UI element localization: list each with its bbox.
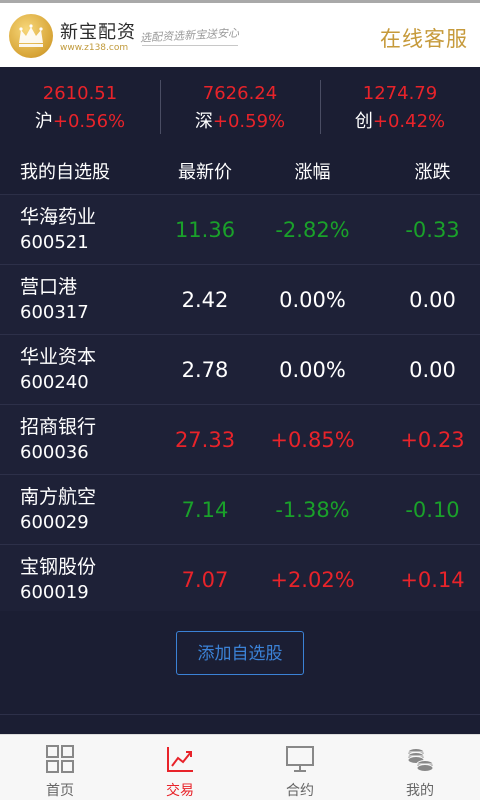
stock-name: 招商银行 (20, 415, 97, 438)
index-change: +0.59% (212, 111, 286, 132)
nav-label: 合约 (286, 783, 314, 799)
stock-name: 宝钢股份 (20, 555, 97, 578)
stock-cell: 招商银行 600036 (0, 414, 170, 466)
table-row[interactable]: 南方航空 600029 7.14 -1.38% -0.10 (0, 475, 480, 545)
nav-contract[interactable]: 合约 (240, 735, 360, 800)
nav-label: 我的 (406, 783, 434, 799)
table-row[interactable]: 招商银行 600036 27.33 +0.85% +0.23 (0, 405, 480, 475)
stock-name: 华海药业 (20, 205, 97, 228)
add-area: 添加自选股 (0, 611, 480, 734)
stock-change: -0.33 (405, 217, 460, 242)
index-change: +0.42% (372, 111, 446, 132)
stock-price: 2.78 (181, 357, 229, 382)
stock-percent: +0.85% (270, 427, 355, 452)
stock-cell: 营口港 600317 (0, 274, 170, 326)
app-header: 新宝配资 www.z138.com 选配资选新宝送安心 在线客服 (0, 0, 480, 67)
brand-slogan: 选配资选新宝送安心 (139, 26, 240, 45)
index-value: 1274.79 (362, 83, 438, 104)
table-row[interactable]: 华业资本 600240 2.78 0.00% 0.00 (0, 335, 480, 405)
index-shenzhen[interactable]: 7626.24 深+0.59% (160, 67, 320, 147)
stock-change: +0.23 (400, 427, 465, 452)
stock-name: 华业资本 (20, 345, 97, 368)
table-row[interactable]: 华海药业 600521 11.36 -2.82% -0.33 (0, 195, 480, 265)
stock-price: 7.07 (181, 567, 229, 592)
brand-url: www.z138.com (60, 43, 129, 53)
stock-change: +0.14 (400, 567, 465, 592)
header-name: 我的自选股 (20, 161, 110, 183)
stock-percent: +2.02% (270, 567, 355, 592)
header-price: 最新价 (178, 161, 232, 183)
stock-price: 2.42 (181, 287, 229, 312)
stock-cell: 华业资本 600240 (0, 344, 170, 396)
coins-icon (405, 744, 435, 778)
stock-name: 营口港 (20, 275, 78, 298)
watchlist-table: 我的自选股 最新价 涨幅 涨跌 华海药业 600521 11.36 -2.82%… (0, 147, 480, 615)
stock-code: 600521 (20, 231, 89, 253)
stock-change: 0.00 (409, 357, 456, 382)
brand-name: 新宝配资 (60, 22, 136, 43)
index-value: 7626.24 (202, 83, 278, 104)
stock-change: 0.00 (409, 287, 456, 312)
slogan-underline (142, 45, 238, 46)
stock-code: 600019 (20, 581, 89, 603)
nav-label: 首页 (46, 783, 74, 799)
table-row[interactable]: 宝钢股份 600019 7.07 +2.02% +0.14 (0, 545, 480, 615)
online-service-link[interactable]: 在线客服 (380, 23, 468, 53)
stock-percent: 0.00% (279, 287, 346, 312)
stock-cell: 华海药业 600521 (0, 204, 170, 256)
stock-cell: 南方航空 600029 (0, 484, 170, 536)
index-chinext[interactable]: 1274.79 创+0.42% (320, 67, 480, 147)
crown-logo-icon (9, 14, 53, 58)
index-value: 2610.51 (42, 83, 118, 104)
nav-mine[interactable]: 我的 (360, 735, 480, 800)
stock-cell: 宝钢股份 600019 (0, 554, 170, 606)
add-watchlist-button[interactable]: 添加自选股 (176, 631, 304, 675)
index-name: 创 (354, 111, 373, 132)
stock-percent: -1.38% (275, 497, 350, 522)
table-header: 我的自选股 最新价 涨幅 涨跌 (0, 147, 480, 195)
header-percent: 涨幅 (294, 161, 331, 183)
monitor-icon (285, 744, 315, 778)
stock-percent: 0.00% (279, 357, 346, 382)
stock-code: 600240 (20, 371, 89, 393)
nav-label: 交易 (166, 783, 194, 799)
market-index-bar: 2610.51 沪+0.56% 7626.24 深+0.59% 1274.79 … (0, 67, 480, 147)
nav-trade[interactable]: 交易 (120, 735, 240, 800)
stock-code: 600029 (20, 511, 89, 533)
trend-chart-icon (165, 744, 195, 778)
table-row[interactable]: 营口港 600317 2.42 0.00% 0.00 (0, 265, 480, 335)
header-change: 涨跌 (414, 161, 451, 183)
index-name: 深 (194, 111, 213, 132)
stock-code: 600036 (20, 441, 89, 463)
stock-price: 11.36 (174, 217, 236, 242)
divider (0, 714, 480, 715)
index-name: 沪 (34, 111, 53, 132)
stock-price: 27.33 (174, 427, 236, 452)
index-change: +0.56% (52, 111, 126, 132)
stock-percent: -2.82% (275, 217, 350, 242)
index-shanghai[interactable]: 2610.51 沪+0.56% (0, 67, 160, 147)
bottom-navbar: 首页 交易 合约 我的 (0, 734, 480, 800)
stock-price: 7.14 (181, 497, 229, 522)
grid-icon (45, 744, 75, 778)
stock-code: 600317 (20, 301, 89, 323)
stock-name: 南方航空 (20, 485, 97, 508)
nav-home[interactable]: 首页 (0, 735, 120, 800)
stock-change: -0.10 (405, 497, 460, 522)
